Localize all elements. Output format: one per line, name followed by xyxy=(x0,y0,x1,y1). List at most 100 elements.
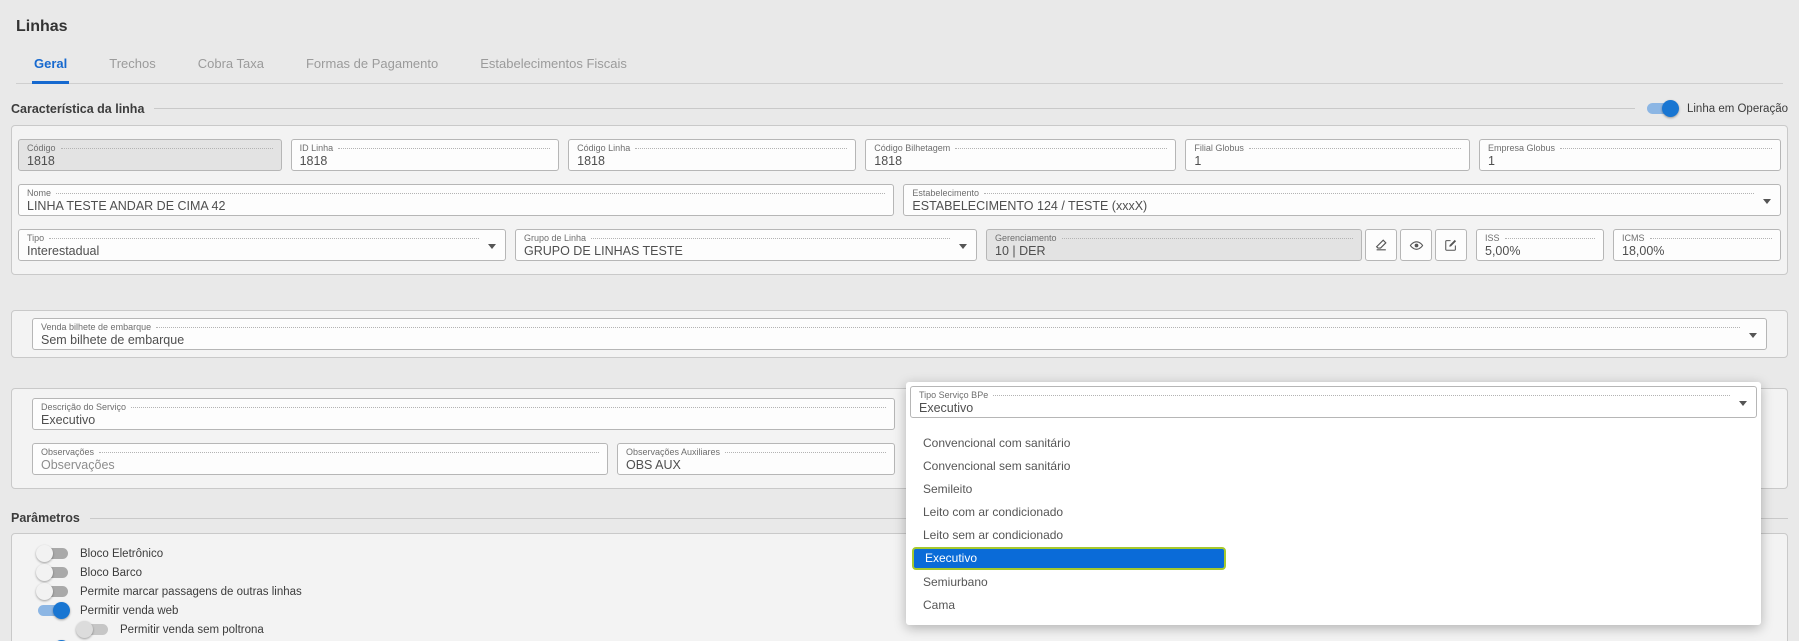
linha-em-operacao-label: Linha em Operação xyxy=(1686,102,1788,115)
option-semileito[interactable]: Semileito xyxy=(910,477,1757,500)
option-leito-com-ar-condicionado[interactable]: Leito com ar condicionado xyxy=(910,500,1757,523)
permitir-venda-sem-poltrona-switch[interactable] xyxy=(76,621,110,638)
observacoes-auxiliares-value: OBS AUX xyxy=(626,458,681,472)
grupo-de-linha-field[interactable]: Grupo de Linha GRUPO DE LINHAS TESTE xyxy=(515,229,977,261)
venda-bilhete-field[interactable]: Venda bilhete de embarque Sem bilhete de… xyxy=(32,318,1767,350)
tipo-servico-bpe-options-list: Convencional com sanitário Convencional … xyxy=(910,431,1757,616)
option-leito-sem-ar-condicionado[interactable]: Leito sem ar condicionado xyxy=(910,523,1757,546)
caracteristica-section-title: Característica da linha xyxy=(11,101,145,116)
linha-em-operacao-toggle[interactable]: Linha em Operação xyxy=(1645,100,1788,117)
codigo-bilhetagem-label: Código Bilhetagem xyxy=(874,143,951,153)
option-cama[interactable]: Cama xyxy=(910,593,1757,616)
iss-field[interactable]: ISS 5,00% xyxy=(1476,229,1604,261)
codigo-bilhetagem-field[interactable]: Código Bilhetagem 1818 xyxy=(865,139,1177,171)
codigo-bilhetagem-value: 1818 xyxy=(874,154,903,168)
descricao-servico-value: Executivo xyxy=(41,413,96,427)
pencil-square-icon xyxy=(1445,239,1457,251)
observacoes-auxiliares-label: Observações Auxiliares xyxy=(626,447,721,457)
filial-globus-field[interactable]: Filial Globus 1 xyxy=(1185,139,1470,171)
tipo-servico-bpe-dropdown-popup: Tipo Serviço BPe Executivo Convencional … xyxy=(906,382,1761,625)
icms-value: 18,00% xyxy=(1622,244,1665,258)
parametros-section-title: Parâmetros xyxy=(11,511,80,525)
edit-gerenciamento-button[interactable] xyxy=(1435,229,1467,261)
venda-bilhete-card: Venda bilhete de embarque Sem bilhete de… xyxy=(11,310,1788,358)
section-divider xyxy=(154,108,1635,109)
empresa-globus-field[interactable]: Empresa Globus 1 xyxy=(1478,139,1782,171)
permite-marcar-passagens-label: Permite marcar passagens de outras linha… xyxy=(80,585,302,598)
iss-label: ISS xyxy=(1485,233,1500,243)
estabelecimento-value: ESTABELECIMENTO 124 / TESTE (xxxX) xyxy=(912,199,1148,213)
observacoes-auxiliares-field[interactable]: Observações Auxiliares OBS AUX xyxy=(617,443,895,475)
icms-label: ICMS xyxy=(1622,233,1645,243)
tab-trechos[interactable]: Trechos xyxy=(107,56,157,83)
gerenciamento-group: Gerenciamento 10 | DER xyxy=(986,229,1467,261)
id-linha-value: 1818 xyxy=(299,154,328,168)
tipo-servico-bpe-field[interactable]: Tipo Serviço BPe Executivo xyxy=(910,386,1757,418)
chevron-down-icon xyxy=(959,244,967,249)
id-linha-label: ID Linha xyxy=(299,143,334,153)
page-header: Linhas Geral Trechos Cobra Taxa Formas d… xyxy=(0,0,1799,84)
field-row-1: Código 1818 ID Linha 1818 Código Linha 1… xyxy=(18,139,1782,171)
tipo-label: Tipo xyxy=(27,233,45,243)
tab-label: Estabelecimentos Fiscais xyxy=(480,56,627,71)
tab-label: Cobra Taxa xyxy=(197,56,264,71)
tipo-servico-bpe-label: Tipo Serviço BPe xyxy=(919,390,989,400)
clear-gerenciamento-button[interactable] xyxy=(1365,229,1397,261)
tab-formas-de-pagamento[interactable]: Formas de Pagamento xyxy=(304,56,440,83)
nome-field[interactable]: Nome LINHA TESTE ANDAR DE CIMA 42 xyxy=(18,184,895,216)
filial-globus-value: 1 xyxy=(1194,154,1202,168)
venda-bilhete-value: Sem bilhete de embarque xyxy=(41,333,185,347)
linha-em-operacao-switch[interactable] xyxy=(1645,100,1679,117)
chevron-down-icon xyxy=(1739,401,1747,406)
bloco-barco-switch[interactable] xyxy=(36,564,70,581)
tab-label: Geral xyxy=(34,56,68,71)
permitir-venda-sem-poltrona-label: Permitir venda sem poltrona xyxy=(120,623,264,636)
option-executivo-selected[interactable]: Executivo xyxy=(910,546,1757,570)
permite-marcar-passagens-switch[interactable] xyxy=(36,583,70,600)
observacoes-field[interactable]: Observações Observações xyxy=(32,443,608,475)
tipo-servico-bpe-value: Executivo xyxy=(919,401,974,415)
empresa-globus-value: 1 xyxy=(1487,154,1495,168)
field-row-2: Nome LINHA TESTE ANDAR DE CIMA 42 Estabe… xyxy=(18,184,1781,216)
eraser-icon xyxy=(1375,239,1387,251)
permitir-venda-web-switch[interactable] xyxy=(36,602,70,619)
bloco-barco-label: Bloco Barco xyxy=(80,566,143,579)
bloco-eletronico-label: Bloco Eletrônico xyxy=(80,547,164,560)
gerenciamento-value: 10 | DER xyxy=(995,244,1046,258)
estabelecimento-field[interactable]: Estabelecimento ESTABELECIMENTO 124 / TE… xyxy=(903,184,1781,216)
icms-field[interactable]: ICMS 18,00% xyxy=(1613,229,1781,261)
chevron-down-icon xyxy=(1749,333,1757,338)
option-convencional-com-sanitario[interactable]: Convencional com sanitário xyxy=(910,431,1757,454)
observacoes-label: Observações xyxy=(41,447,95,457)
id-linha-field[interactable]: ID Linha 1818 xyxy=(290,139,560,171)
codigo-linha-label: Código Linha xyxy=(577,143,631,153)
option-semiurbano[interactable]: Semiurbano xyxy=(910,570,1757,593)
filial-globus-label: Filial Globus xyxy=(1194,143,1244,153)
codigo-field: Código 1818 xyxy=(18,139,282,171)
estabelecimento-label: Estabelecimento xyxy=(912,188,979,198)
view-gerenciamento-button[interactable] xyxy=(1400,229,1432,261)
option-convencional-sem-sanitario[interactable]: Convencional sem sanitário xyxy=(910,454,1757,477)
tab-bar: Geral Trechos Cobra Taxa Formas de Pagam… xyxy=(16,56,1783,84)
gerenciamento-field: Gerenciamento 10 | DER xyxy=(986,229,1362,261)
iss-value: 5,00% xyxy=(1485,244,1521,258)
tab-cobra-taxa[interactable]: Cobra Taxa xyxy=(196,56,266,83)
eye-icon xyxy=(1409,240,1423,250)
tipo-value: Interestadual xyxy=(27,244,100,258)
chevron-down-icon xyxy=(488,244,496,249)
caracteristica-section-header: Característica da linha Linha em Operaçã… xyxy=(11,100,1788,117)
field-row-3: Tipo Interestadual Grupo de Linha GRUPO … xyxy=(18,229,1781,261)
descricao-servico-field[interactable]: Descrição do Serviço Executivo xyxy=(32,398,895,430)
chevron-down-icon xyxy=(1763,199,1771,204)
permitir-venda-web-label: Permitir venda web xyxy=(80,604,179,617)
tab-estabelecimentos-fiscais[interactable]: Estabelecimentos Fiscais xyxy=(478,56,629,83)
tab-label: Formas de Pagamento xyxy=(305,56,439,71)
nome-label: Nome xyxy=(27,188,52,198)
tab-geral[interactable]: Geral xyxy=(32,56,70,84)
codigo-linha-field[interactable]: Código Linha 1818 xyxy=(568,139,857,171)
tipo-field[interactable]: Tipo Interestadual xyxy=(18,229,506,261)
gerenciamento-label: Gerenciamento xyxy=(995,233,1057,243)
nome-value: LINHA TESTE ANDAR DE CIMA 42 xyxy=(27,199,226,213)
bloco-eletronico-switch[interactable] xyxy=(36,545,70,562)
caracteristica-card: Código 1818 ID Linha 1818 Código Linha 1… xyxy=(11,125,1788,275)
